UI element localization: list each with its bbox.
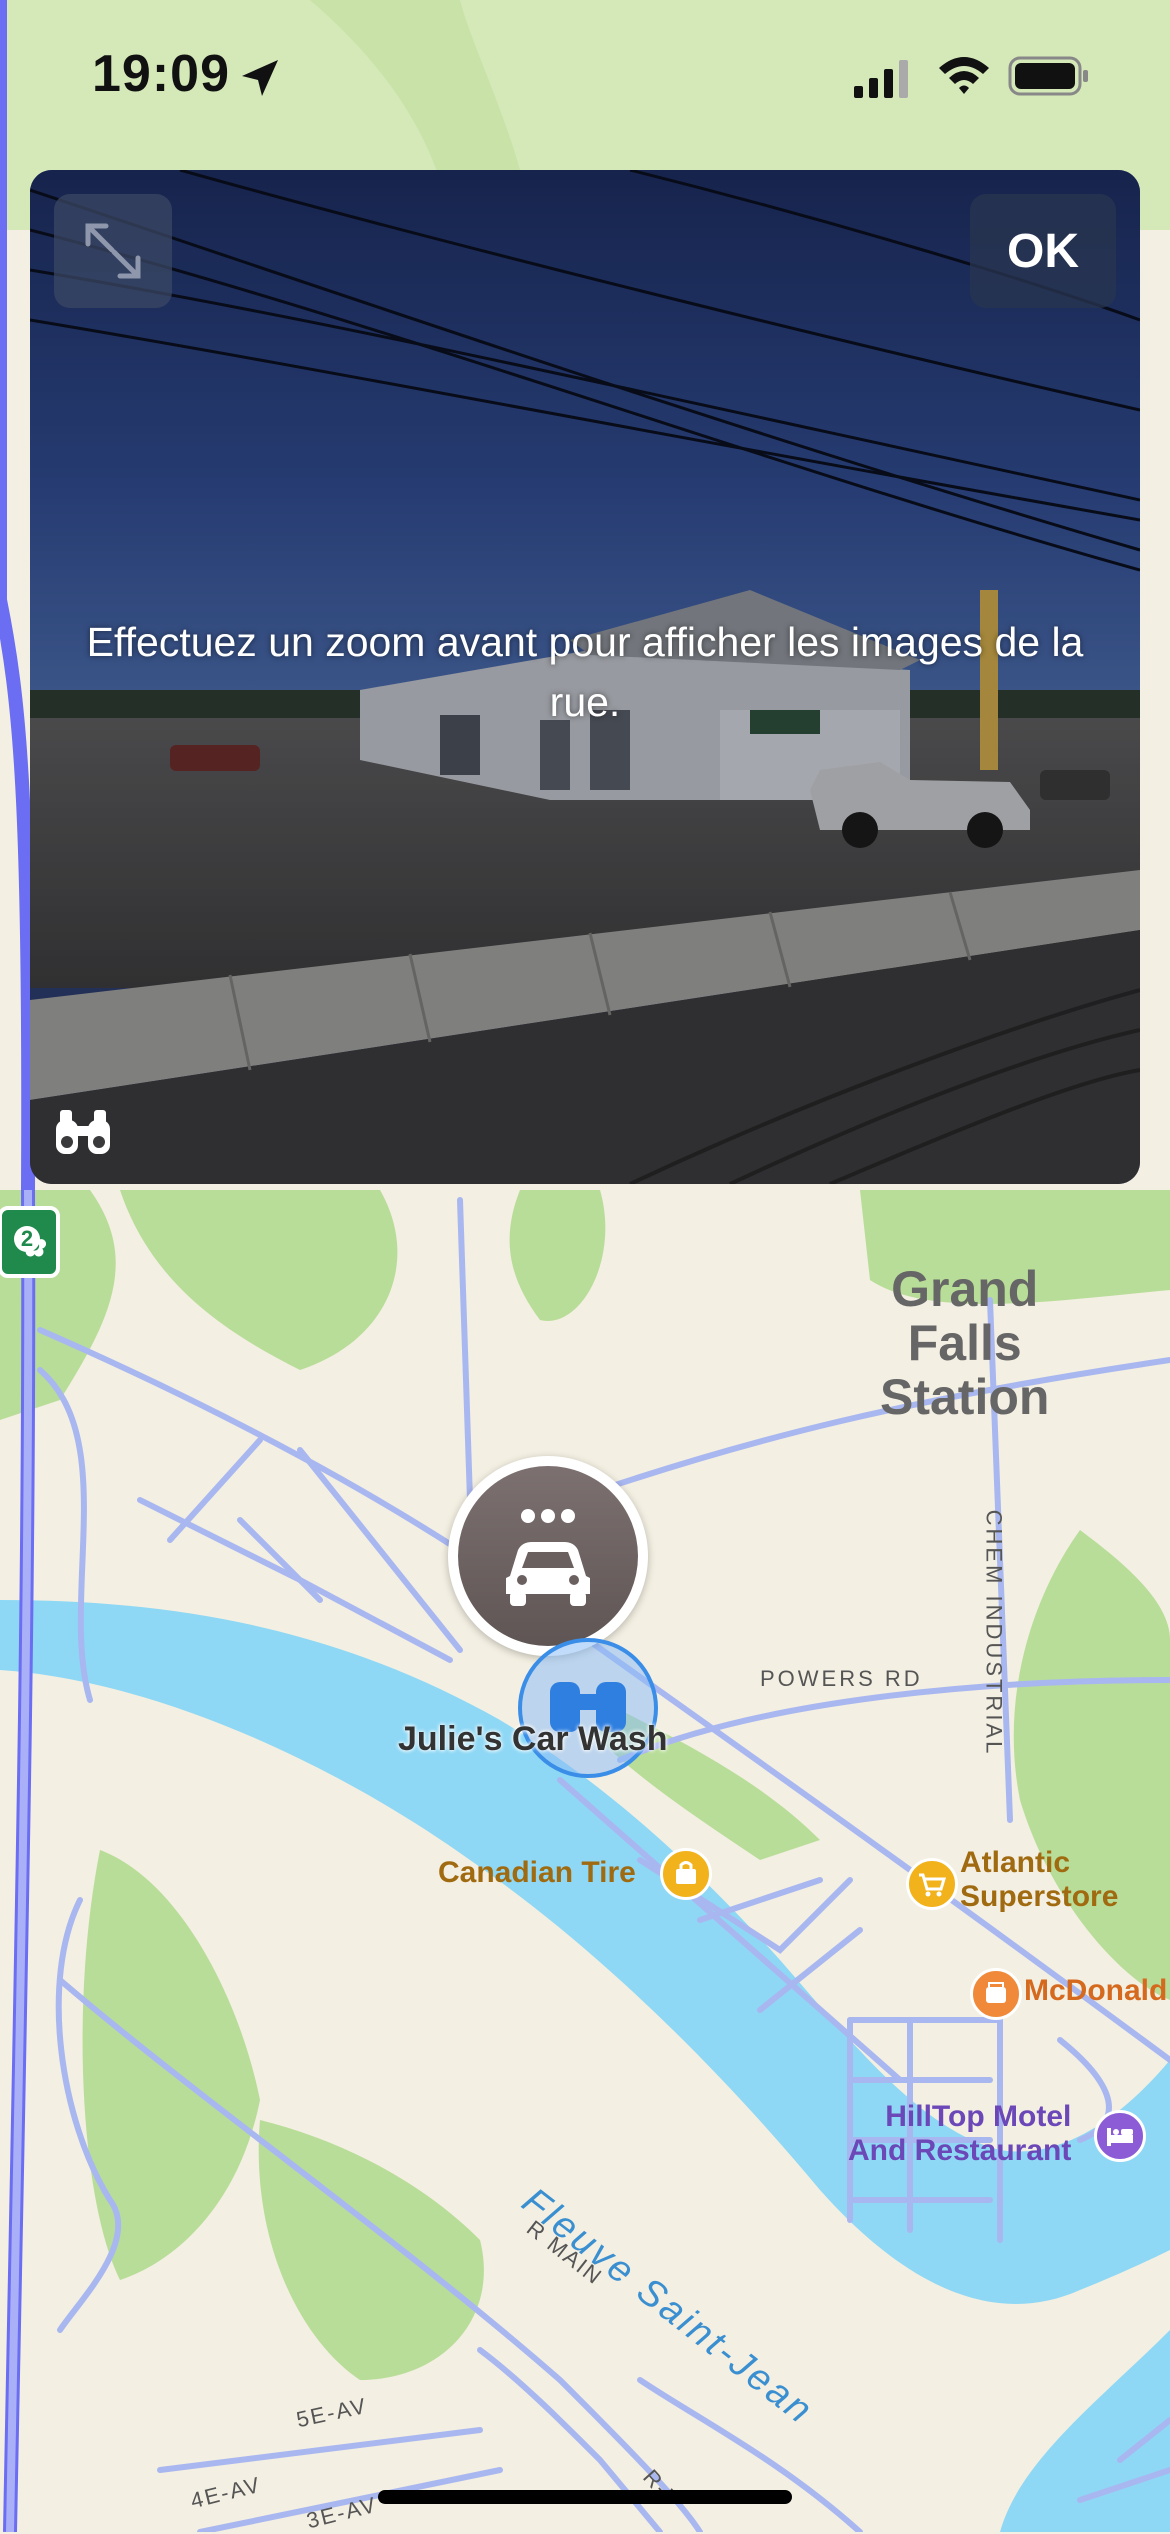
expand-arrows-icon — [85, 223, 141, 279]
cellular-signal-icon — [854, 60, 908, 98]
poi-label-canadian-tire[interactable]: Canadian Tire — [438, 1856, 636, 1890]
battery-icon — [1008, 56, 1088, 96]
poi-label-mcdonalds[interactable]: McDonald — [1024, 1974, 1167, 2008]
road-label-powers-rd: POWERS RD — [760, 1666, 923, 1691]
shopping-cart-icon[interactable] — [906, 1858, 958, 1910]
road-label-chem-industrial: CHEM INDUSTRIAL — [981, 1509, 1007, 1757]
car-wash-pin[interactable] — [448, 1456, 648, 1656]
car-wash-icon — [458, 1466, 638, 1646]
poi-label-atlantic-superstore[interactable]: Atlantic Superstore — [960, 1846, 1118, 1914]
poi-label-car-wash[interactable]: Julie's Car Wash — [398, 1720, 667, 1759]
status-time: 19:09 — [92, 45, 230, 103]
shield-number: 2 — [14, 1226, 40, 1252]
wifi-icon — [939, 57, 989, 94]
expand-button[interactable] — [54, 194, 172, 308]
poi-label-hilltop-motel[interactable]: HillTop Motel And Restaurant — [848, 2100, 1071, 2168]
ok-button[interactable]: OK — [970, 194, 1116, 308]
bed-icon[interactable] — [1094, 2110, 1146, 2162]
location-arrow-icon — [242, 60, 278, 96]
food-icon[interactable] — [970, 1968, 1022, 2020]
look-around-panel[interactable]: OK Effectuez un zoom avant pour afficher… — [30, 170, 1140, 1184]
binoculars-icon[interactable] — [52, 1106, 114, 1158]
zoom-message: Effectuez un zoom avant pour afficher le… — [86, 619, 1084, 725]
status-bar: 19:09 — [0, 0, 1170, 150]
shopping-bag-icon[interactable] — [660, 1848, 712, 1900]
home-indicator[interactable] — [378, 2490, 792, 2504]
area-label-grand-falls: Grand Falls Station — [880, 1261, 1050, 1425]
